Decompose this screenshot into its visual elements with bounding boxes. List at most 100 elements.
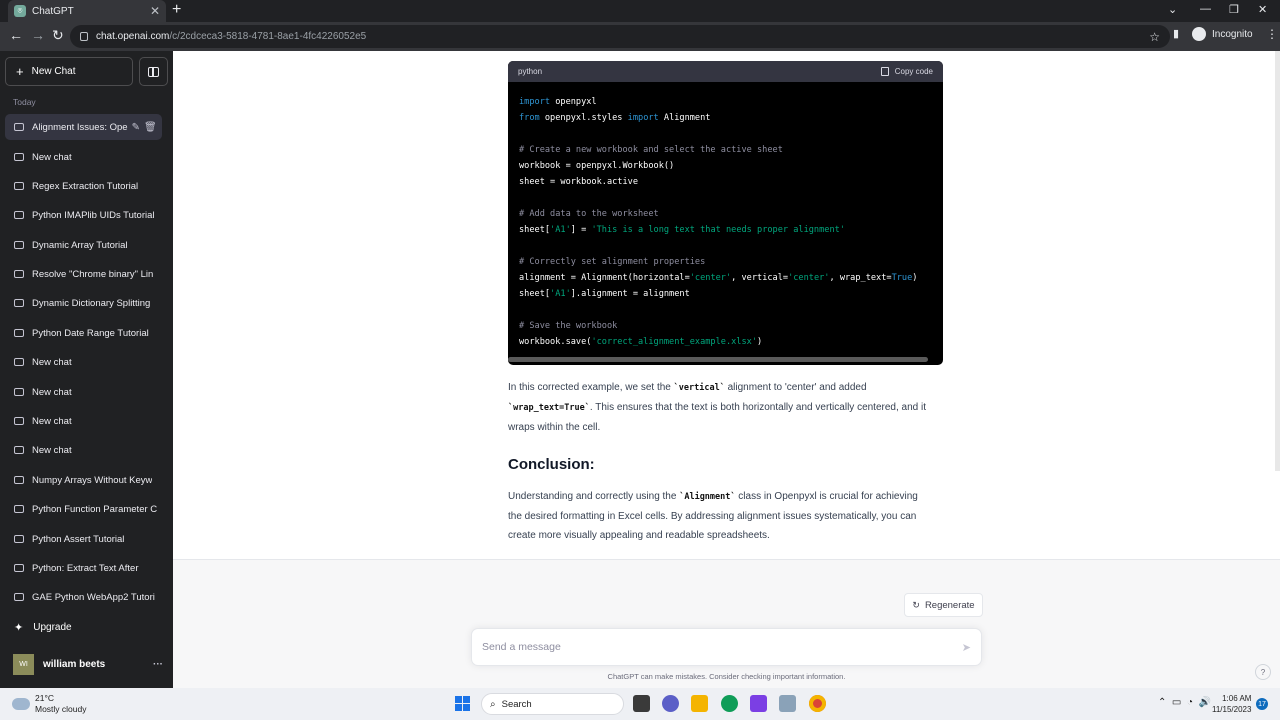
reload-icon[interactable]: ↻ [52, 27, 64, 44]
history-item[interactable]: Resolve "Chrome binary" Lin [5, 261, 162, 287]
weather-cloud-icon [9, 694, 30, 710]
app-icon[interactable] [750, 695, 767, 712]
inline-code: `vertical` [673, 383, 725, 393]
chat-icon [14, 329, 24, 337]
weather-condition: Mostly cloudy [35, 704, 87, 714]
chat-icon [14, 446, 24, 454]
chatgpt-favicon-icon: ⌾ [14, 5, 26, 17]
chat-icon [14, 476, 24, 484]
history-item[interactable]: New chat [5, 379, 162, 405]
code-horizontal-scrollbar[interactable] [508, 357, 928, 362]
tab-search-icon[interactable]: ⌄ [1168, 3, 1177, 16]
upgrade-label: Upgrade [33, 622, 72, 633]
message-input[interactable] [482, 641, 962, 653]
history-item-label: Python: Extract Text After [32, 562, 139, 574]
system-tray[interactable]: ⌃ ▭ ◔ 🔊 [1158, 697, 1211, 708]
plus-icon: + [16, 64, 24, 79]
chat-app-icon[interactable] [662, 695, 679, 712]
menu-icon[interactable]: ⋮ [1266, 27, 1278, 41]
new-tab-icon[interactable]: + [172, 1, 181, 19]
windows-start-icon[interactable] [455, 696, 470, 711]
chat-icon [14, 299, 24, 307]
address-bar[interactable]: chat.openai.com/c/2cdceca3-5818-4781-8ae… [70, 25, 1170, 48]
chat-icon [14, 417, 24, 425]
history-item[interactable]: GAE Python WebApp2 Tutori [5, 584, 162, 610]
upgrade-button[interactable]: ✦ Upgrade [14, 621, 72, 634]
bookmark-star-icon[interactable]: ☆ [1149, 30, 1160, 44]
history-item[interactable]: Numpy Arrays Without Keyw [5, 467, 162, 493]
history-item[interactable]: Python Assert Tutorial [5, 526, 162, 552]
history-item[interactable]: Python: Extract Text After [5, 555, 162, 581]
minimize-icon[interactable]: — [1200, 3, 1211, 15]
chat-icon [14, 564, 24, 572]
history-item[interactable]: New chat [5, 437, 162, 463]
chat-icon [14, 358, 24, 366]
browser-tab[interactable]: ⌾ ChatGPT ✕ [8, 0, 166, 22]
app-icon[interactable] [779, 695, 796, 712]
more-options-icon[interactable]: ··· [153, 659, 163, 670]
toggle-sidebar-button[interactable] [139, 57, 168, 86]
browser-tab-bar: ⌾ ChatGPT ✕ + ⌄ — ❐ ✕ [0, 0, 1280, 22]
copy-code-button[interactable]: Copy code [880, 67, 933, 76]
new-chat-button[interactable]: + New Chat [5, 57, 133, 86]
history-item-label: Regex Extraction Tutorial [32, 180, 139, 192]
search-label: Search [501, 698, 532, 710]
composer-area [173, 560, 1280, 688]
edit-icon[interactable]: ✎ [132, 122, 140, 133]
taskbar-search[interactable]: ⌕ Search [481, 693, 624, 715]
history-item[interactable]: Dynamic Array Tutorial [5, 232, 162, 258]
incognito-indicator[interactable]: Incognito [1192, 27, 1253, 41]
user-menu[interactable]: WI william beets ··· [13, 654, 163, 675]
clock[interactable]: 1:06 AM 11/15/2023 [1212, 693, 1251, 715]
close-window-icon[interactable]: ✕ [1258, 3, 1267, 16]
regenerate-button[interactable]: ↻ Regenerate [904, 593, 983, 617]
history-item[interactable]: Python Date Range Tutorial [5, 320, 162, 346]
history-section-label: Today [13, 97, 36, 107]
task-view-icon[interactable] [633, 695, 650, 712]
history-item-label: New chat [32, 386, 72, 398]
incognito-icon [1192, 27, 1206, 41]
windows-taskbar: 21°C Mostly cloudy ⌕ Search ⌃ ▭ ◔ 🔊 1:06… [0, 688, 1280, 720]
history-item-label: New chat [32, 444, 72, 456]
history-item[interactable]: Regex Extraction Tutorial [5, 173, 162, 199]
send-icon[interactable]: ➤ [962, 641, 971, 654]
delete-icon[interactable]: 🗑 [144, 122, 157, 133]
back-icon[interactable]: ← [9, 27, 23, 43]
url-path: /c/2cdceca3-5818-4781-8ae1-4fc4226052e5 [169, 31, 367, 42]
history-item[interactable]: New chat [5, 408, 162, 434]
main-scrollbar[interactable] [1275, 51, 1280, 471]
restore-icon[interactable]: ❐ [1229, 3, 1239, 16]
file-explorer-icon[interactable] [691, 695, 708, 712]
history-item[interactable]: Python Function Parameter C [5, 496, 162, 522]
chrome-icon[interactable] [809, 695, 826, 712]
date: 11/15/2023 [1212, 705, 1252, 714]
code-language: python [518, 67, 543, 76]
paragraph-text: In this corrected example, we set the [508, 382, 674, 393]
copy-code-label: Copy code [894, 67, 933, 76]
disclaimer: ChatGPT can make mistakes. Consider chec… [607, 672, 846, 681]
history-item[interactable]: New chat [5, 349, 162, 375]
forward-icon[interactable]: → [31, 27, 45, 43]
regenerate-label: Regenerate [924, 599, 975, 611]
edge-icon[interactable] [721, 695, 738, 712]
temperature: 21°C [35, 693, 54, 703]
sidebar: + New Chat Today Alignment Issues: Ope ✎… [0, 51, 173, 688]
time: 1:06 AM [1222, 694, 1252, 703]
history-item[interactable]: Python IMAPlib UIDs Tutorial [5, 202, 162, 228]
history-item[interactable]: New chat [5, 144, 162, 170]
site-info-icon[interactable] [80, 32, 88, 41]
history-item-label: Alignment Issues: Ope [32, 121, 128, 133]
history-item[interactable]: Dynamic Dictionary Splitting [5, 290, 162, 316]
notification-badge[interactable]: 17 [1256, 698, 1268, 710]
history-item[interactable]: Alignment Issues: Ope ✎ 🗑 [5, 114, 162, 140]
chat-icon [14, 593, 24, 601]
inline-code: `Alignment` [679, 492, 736, 502]
code-content: import openpyxl from openpyxl.styles imp… [519, 97, 918, 347]
side-panel-icon[interactable]: ▮ [1173, 27, 1179, 40]
help-button[interactable]: ? [1255, 664, 1271, 680]
close-tab-icon[interactable]: ✕ [150, 4, 160, 18]
conclusion-paragraph: Understanding and correctly using the `A… [508, 487, 918, 545]
weather-widget[interactable]: 21°C Mostly cloudy [9, 693, 87, 715]
chat-icon [14, 211, 24, 219]
code-block: python Copy code import openpyxl from op… [508, 61, 943, 365]
